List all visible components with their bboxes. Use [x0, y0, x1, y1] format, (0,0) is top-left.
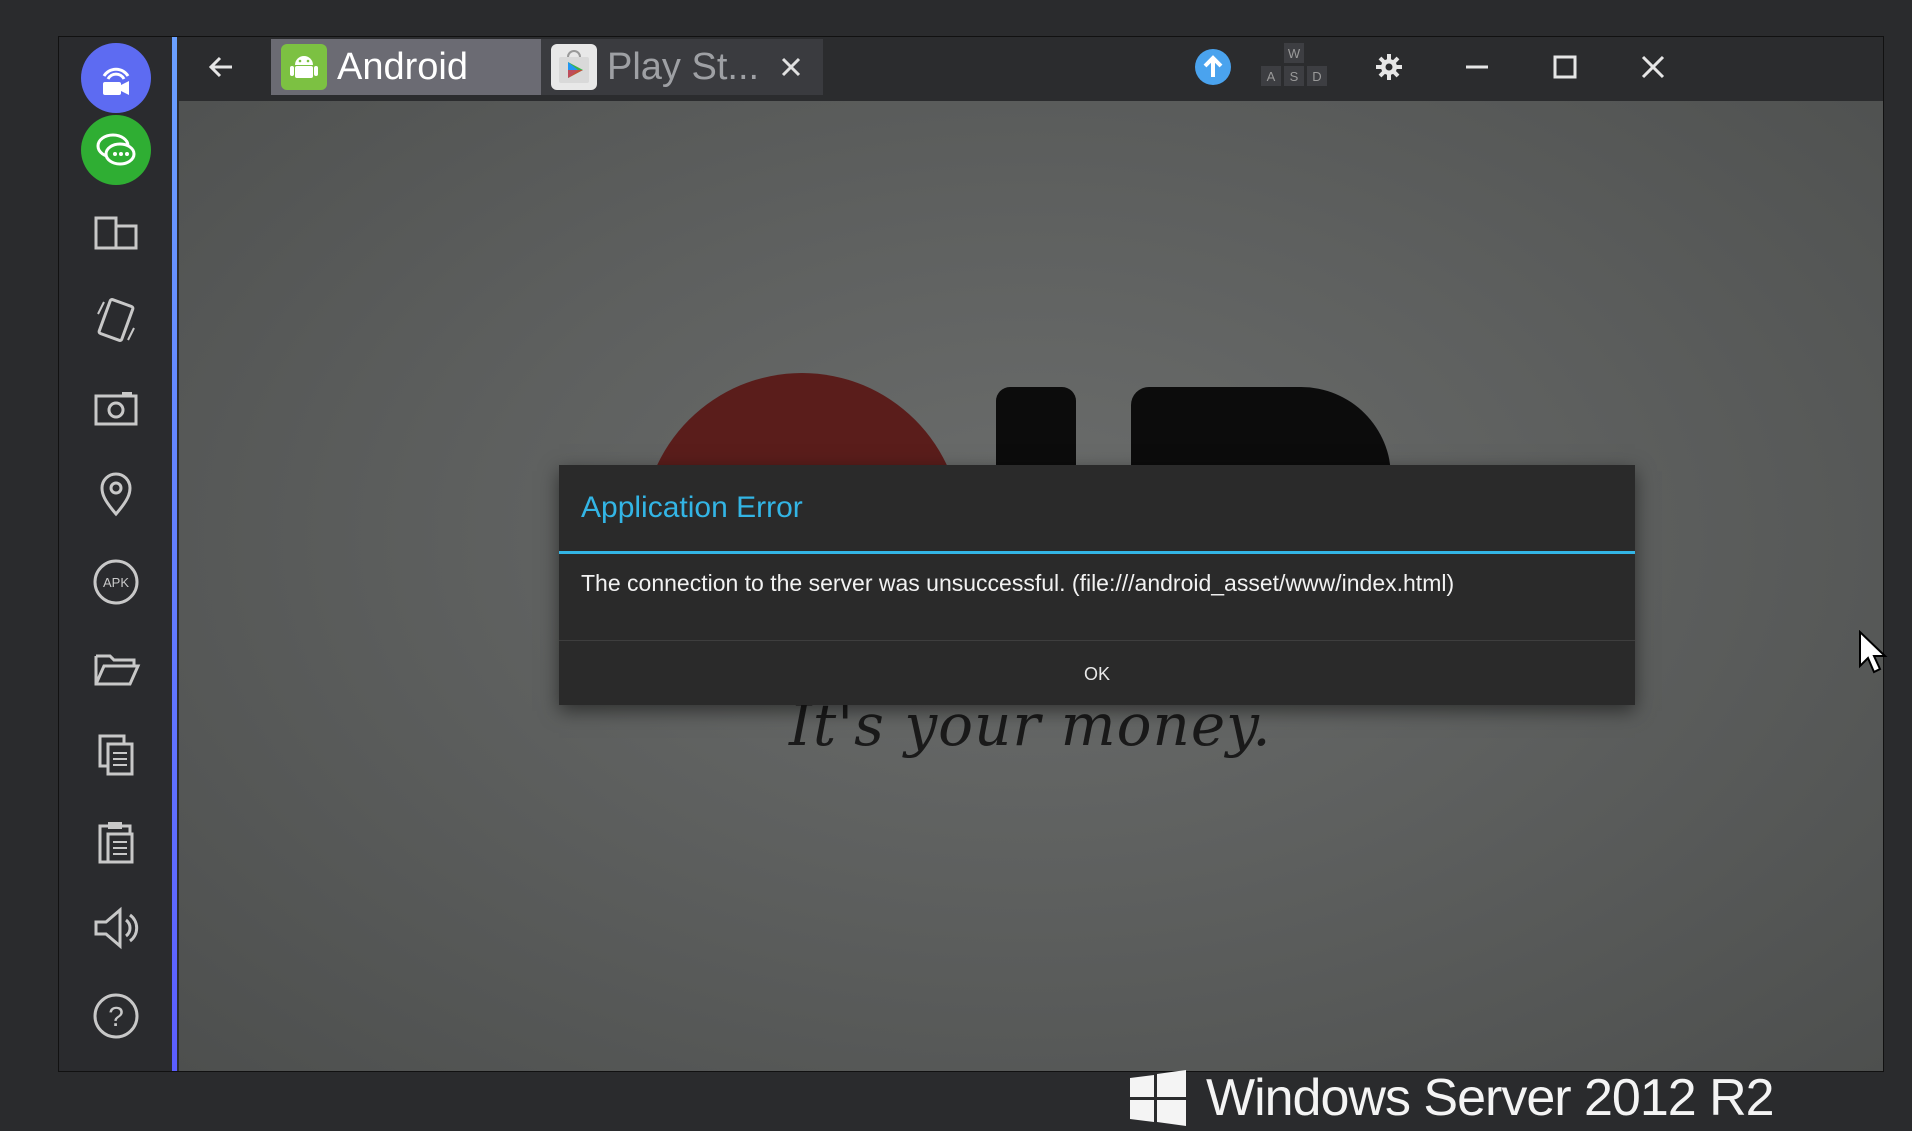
close-icon[interactable] — [1631, 45, 1675, 89]
rotate-icon[interactable] — [81, 285, 151, 355]
keyboard-wasd-icon[interactable]: W A S D — [1257, 43, 1331, 87]
minimize-icon[interactable] — [1455, 45, 1499, 89]
sidebar-accent-bar — [172, 37, 177, 1071]
copy-icon[interactable] — [81, 719, 151, 789]
tab-android[interactable]: Android — [271, 39, 541, 95]
help-icon[interactable]: ? — [81, 981, 151, 1051]
os-watermark: Windows Server 2012 R2 — [1206, 1069, 1775, 1127]
dialog-title: Application Error — [559, 465, 1635, 554]
upload-icon[interactable] — [1191, 45, 1235, 89]
location-icon[interactable] — [81, 459, 151, 529]
maximize-icon[interactable] — [1543, 45, 1587, 89]
title-bar: Android Play St... W A S D — [179, 37, 1883, 97]
video-camera-icon[interactable] — [81, 43, 151, 113]
key-d: D — [1312, 69, 1321, 84]
mouse-pointer-icon — [1858, 629, 1888, 679]
apk-icon-label: APK — [103, 575, 129, 590]
multi-window-icon[interactable] — [81, 199, 151, 269]
key-a: A — [1267, 69, 1276, 84]
dialog-message: The connection to the server was unsucce… — [581, 570, 1455, 596]
android-screen: It's your money. Application Error The c… — [179, 101, 1883, 1071]
paste-icon[interactable] — [81, 807, 151, 877]
gear-icon[interactable] — [1367, 45, 1411, 89]
ok-button[interactable]: OK — [559, 641, 1635, 707]
key-w: W — [1288, 46, 1301, 61]
bluestacks-window: APK ? Android Play St... W A S D It's yo… — [58, 36, 1884, 1072]
error-dialog: Application Error The connection to the … — [559, 465, 1635, 705]
apk-icon[interactable]: APK — [81, 547, 151, 617]
chat-icon[interactable] — [81, 115, 151, 185]
tab-android-label: Android — [337, 45, 468, 88]
tab-play-store-label: Play St... — [607, 45, 760, 88]
sidebar: APK ? — [59, 37, 177, 1071]
tab-play-store[interactable]: Play St... — [541, 39, 823, 95]
tab-close-icon[interactable] — [771, 47, 811, 87]
camera-icon[interactable] — [81, 373, 151, 443]
windows-logo-icon — [1128, 1070, 1188, 1131]
volume-icon[interactable] — [81, 893, 151, 963]
help-icon-label: ? — [108, 1001, 124, 1032]
android-icon — [281, 44, 327, 90]
folder-icon[interactable] — [81, 633, 151, 703]
play-store-icon — [551, 44, 597, 90]
key-s: S — [1290, 69, 1299, 84]
back-arrow-icon[interactable] — [199, 45, 243, 89]
